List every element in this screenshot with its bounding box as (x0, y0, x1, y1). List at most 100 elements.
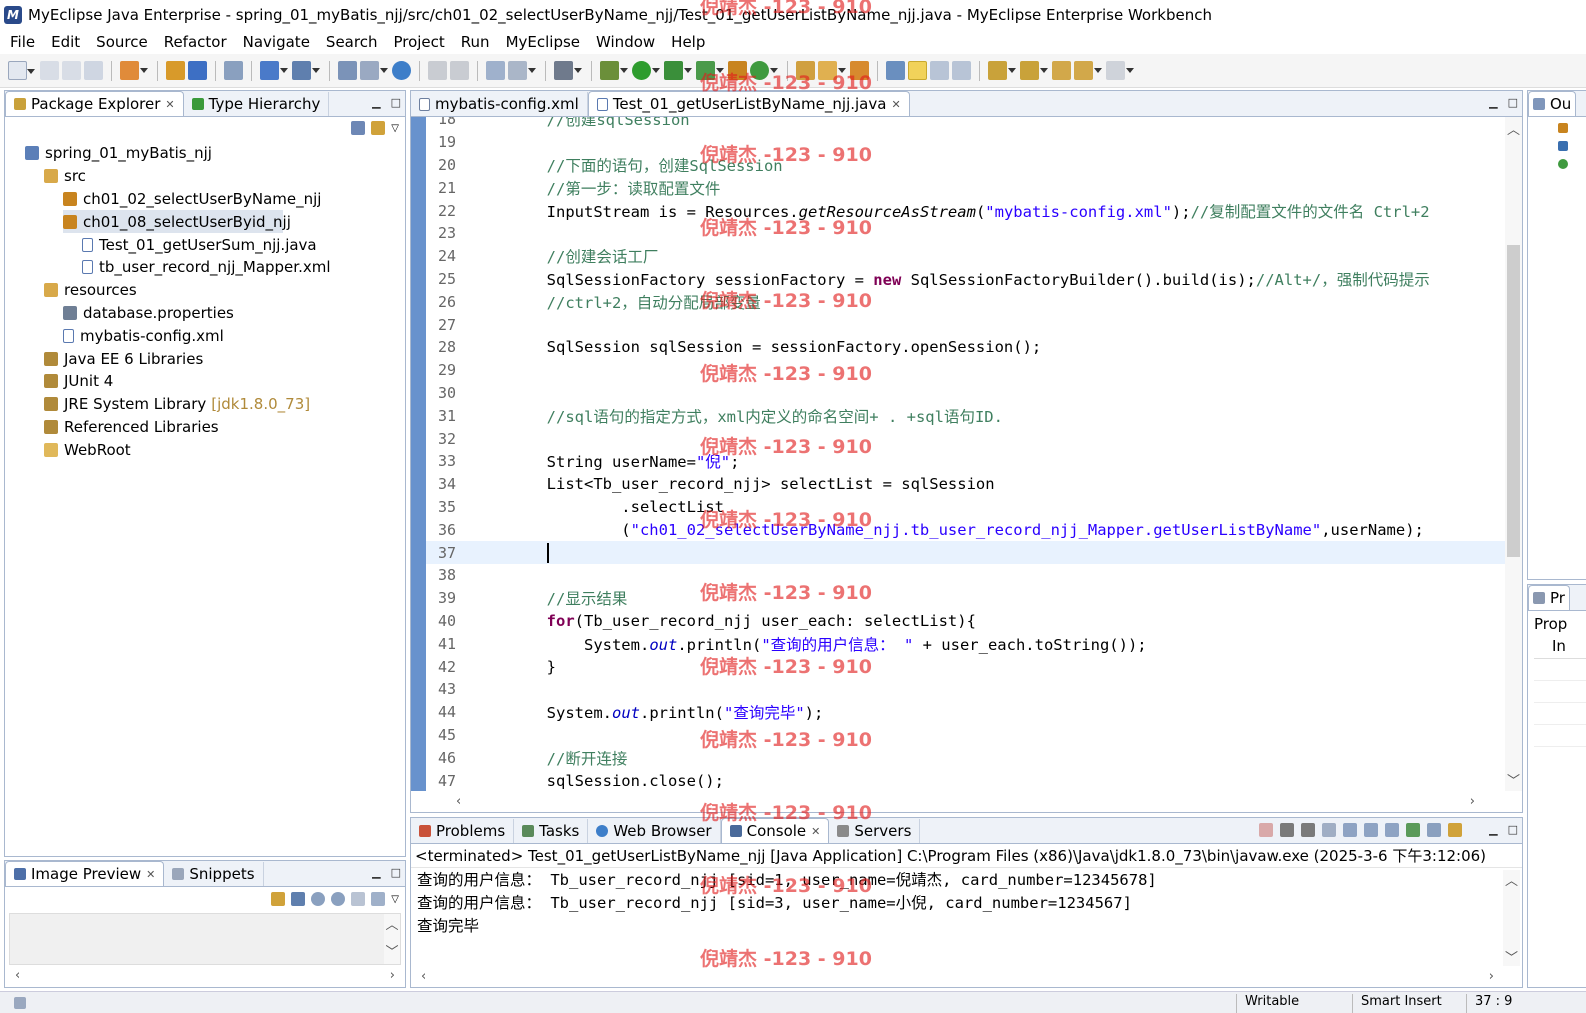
scroll-up-icon[interactable]: ︿ (1505, 119, 1522, 138)
open-resource-icon[interactable] (360, 61, 388, 80)
prev-annotation-icon[interactable] (1020, 61, 1048, 80)
screenshot-icon[interactable] (554, 61, 582, 80)
open-type-icon[interactable] (338, 61, 357, 80)
open-folder-icon[interactable] (796, 61, 815, 80)
code-line[interactable]: 30 (426, 382, 1505, 405)
remove-all-icon[interactable] (1301, 823, 1315, 837)
zoom-fit-icon[interactable] (371, 892, 386, 906)
maximize-icon[interactable]: □ (1508, 823, 1518, 836)
link-with-editor-icon[interactable] (371, 121, 386, 135)
pencil-icon[interactable] (818, 61, 846, 80)
code-line[interactable]: 25 SqlSessionFactory sessionFactory = ne… (426, 268, 1505, 291)
tree-item[interactable]: ch01_02_selectUserByName_njj (5, 188, 405, 211)
back-icon[interactable] (1074, 61, 1102, 80)
code-line[interactable]: 23 (426, 222, 1505, 245)
code-line[interactable]: 37 (426, 541, 1505, 564)
tab-snippets[interactable]: Snippets (164, 862, 264, 886)
scroll-left-icon[interactable]: ‹ (421, 969, 426, 984)
tab-outline[interactable]: Ou (1528, 91, 1577, 116)
tree-item[interactable]: tb_user_record_njj_Mapper.xml (5, 256, 405, 279)
scroll-left-icon[interactable]: ‹ (15, 968, 20, 983)
code-line[interactable]: 27 (426, 313, 1505, 336)
tab-test-java[interactable]: Test_01_getUserListByName_njj.java ✕ (587, 91, 910, 116)
undo-edit-icon[interactable] (428, 61, 447, 80)
code-line[interactable]: 46 //断开连接 (426, 746, 1505, 769)
menu-file[interactable]: File (2, 33, 43, 51)
close-icon[interactable]: ✕ (811, 825, 820, 838)
scroll-left-icon[interactable]: ‹ (456, 794, 461, 809)
link-icon[interactable] (271, 892, 286, 906)
tab-mybatis-config[interactable]: mybatis-config.xml (411, 92, 588, 116)
actual-size-icon[interactable] (351, 892, 366, 906)
scroll-down-icon[interactable]: ﹀ (1505, 770, 1522, 789)
package-icon[interactable] (728, 61, 747, 80)
server-icon[interactable] (188, 61, 207, 80)
tree-item[interactable]: Test_01_getUserSum_njj.java (5, 233, 405, 256)
new-icon[interactable] (8, 61, 35, 80)
tree-item[interactable]: JUnit 4 (5, 370, 405, 393)
menu-source[interactable]: Source (88, 33, 156, 51)
maximize-icon[interactable]: □ (1508, 96, 1518, 109)
print-icon[interactable] (84, 61, 103, 80)
menu-refactor[interactable]: Refactor (156, 33, 235, 51)
collapse-all-icon[interactable] (351, 121, 366, 135)
show-whitespace-icon[interactable] (952, 61, 971, 80)
save-all-icon[interactable] (62, 61, 81, 80)
tree-item[interactable]: spring_01_myBatis_njj (5, 142, 405, 165)
browser-icon[interactable] (392, 61, 411, 80)
scrollbar-thumb[interactable] (1507, 245, 1520, 557)
code-line[interactable]: 38 (426, 564, 1505, 587)
code-line[interactable]: 39 //显示结果 (426, 587, 1505, 610)
code-line[interactable]: 33 String userName="倪"; (426, 450, 1505, 473)
clear-console-icon[interactable] (1322, 823, 1336, 837)
code-line[interactable]: 24 //创建会话工厂 (426, 245, 1505, 268)
tab-console[interactable]: Console ✕ (720, 818, 830, 843)
tab-type-hierarchy[interactable]: Type Hierarchy (184, 92, 330, 116)
package-icon[interactable] (1558, 123, 1568, 133)
code-line[interactable]: 22 InputStream is = Resources.getResourc… (426, 199, 1505, 222)
tab-image-preview[interactable]: Image Preview ✕ (5, 861, 165, 886)
console-horizontal-scrollbar[interactable]: ‹ › (415, 967, 1500, 985)
menu-help[interactable]: Help (663, 33, 713, 51)
scroll-right-icon[interactable]: › (1470, 794, 1475, 809)
tab-problems[interactable]: Problems (411, 819, 515, 843)
tree-item[interactable]: WebRoot (5, 438, 405, 461)
code-line[interactable]: 20 //下面的语句，创建SqlSession (426, 154, 1505, 177)
next-annotation-icon[interactable] (988, 61, 1016, 80)
new-class-icon[interactable] (750, 61, 778, 80)
scroll-right-icon[interactable]: › (1489, 969, 1494, 984)
new-wizard-icon[interactable] (120, 61, 148, 80)
scroll-up-icon[interactable]: ︿ (1503, 870, 1520, 889)
code-line[interactable]: 43 (426, 678, 1505, 701)
close-icon[interactable]: ✕ (891, 98, 900, 111)
code-line[interactable]: 34 List<Tb_user_record_njj> selectList =… (426, 473, 1505, 496)
tree-item[interactable]: Java EE 6 Libraries (5, 347, 405, 370)
task-icon[interactable] (508, 61, 536, 80)
close-icon[interactable]: ✕ (165, 98, 174, 111)
import-icon[interactable] (1558, 141, 1568, 151)
tab-package-explorer[interactable]: Package Explorer ✕ (5, 91, 184, 116)
menu-myeclipse[interactable]: MyEclipse (498, 33, 588, 51)
open-perspective-icon[interactable] (850, 61, 869, 80)
tree-item[interactable]: src (5, 165, 405, 188)
code-area[interactable]: 18 //创建sqlSession 19 20 //下面的语句，创建SqlSessi… (411, 117, 1505, 791)
minimize-icon[interactable]: ▁ (372, 96, 380, 109)
tab-web-browser[interactable]: Web Browser (588, 819, 721, 843)
debug-icon[interactable] (600, 61, 628, 80)
scroll-down-icon[interactable]: ﹀ (384, 941, 400, 960)
link-icon[interactable] (886, 61, 905, 80)
deploy-icon[interactable] (166, 61, 185, 80)
status-icon[interactable] (14, 996, 26, 1009)
coverage-icon[interactable] (696, 61, 724, 80)
show-on-output-icon[interactable] (1364, 823, 1378, 837)
minimize-icon[interactable]: ▁ (1489, 96, 1497, 109)
class-icon[interactable] (1558, 159, 1568, 169)
run-last-icon[interactable] (664, 61, 692, 80)
code-line[interactable]: 40 for(Tb_user_record_njj user_each: sel… (426, 610, 1505, 633)
view-menu-icon[interactable]: ▽ (391, 894, 399, 905)
code-line[interactable]: 19 (426, 131, 1505, 154)
code-line[interactable]: 47 sqlSession.close(); (426, 769, 1505, 791)
forward-icon[interactable] (1106, 61, 1134, 80)
scroll-lock-icon[interactable] (1343, 823, 1357, 837)
maximize-icon[interactable]: □ (391, 866, 401, 879)
